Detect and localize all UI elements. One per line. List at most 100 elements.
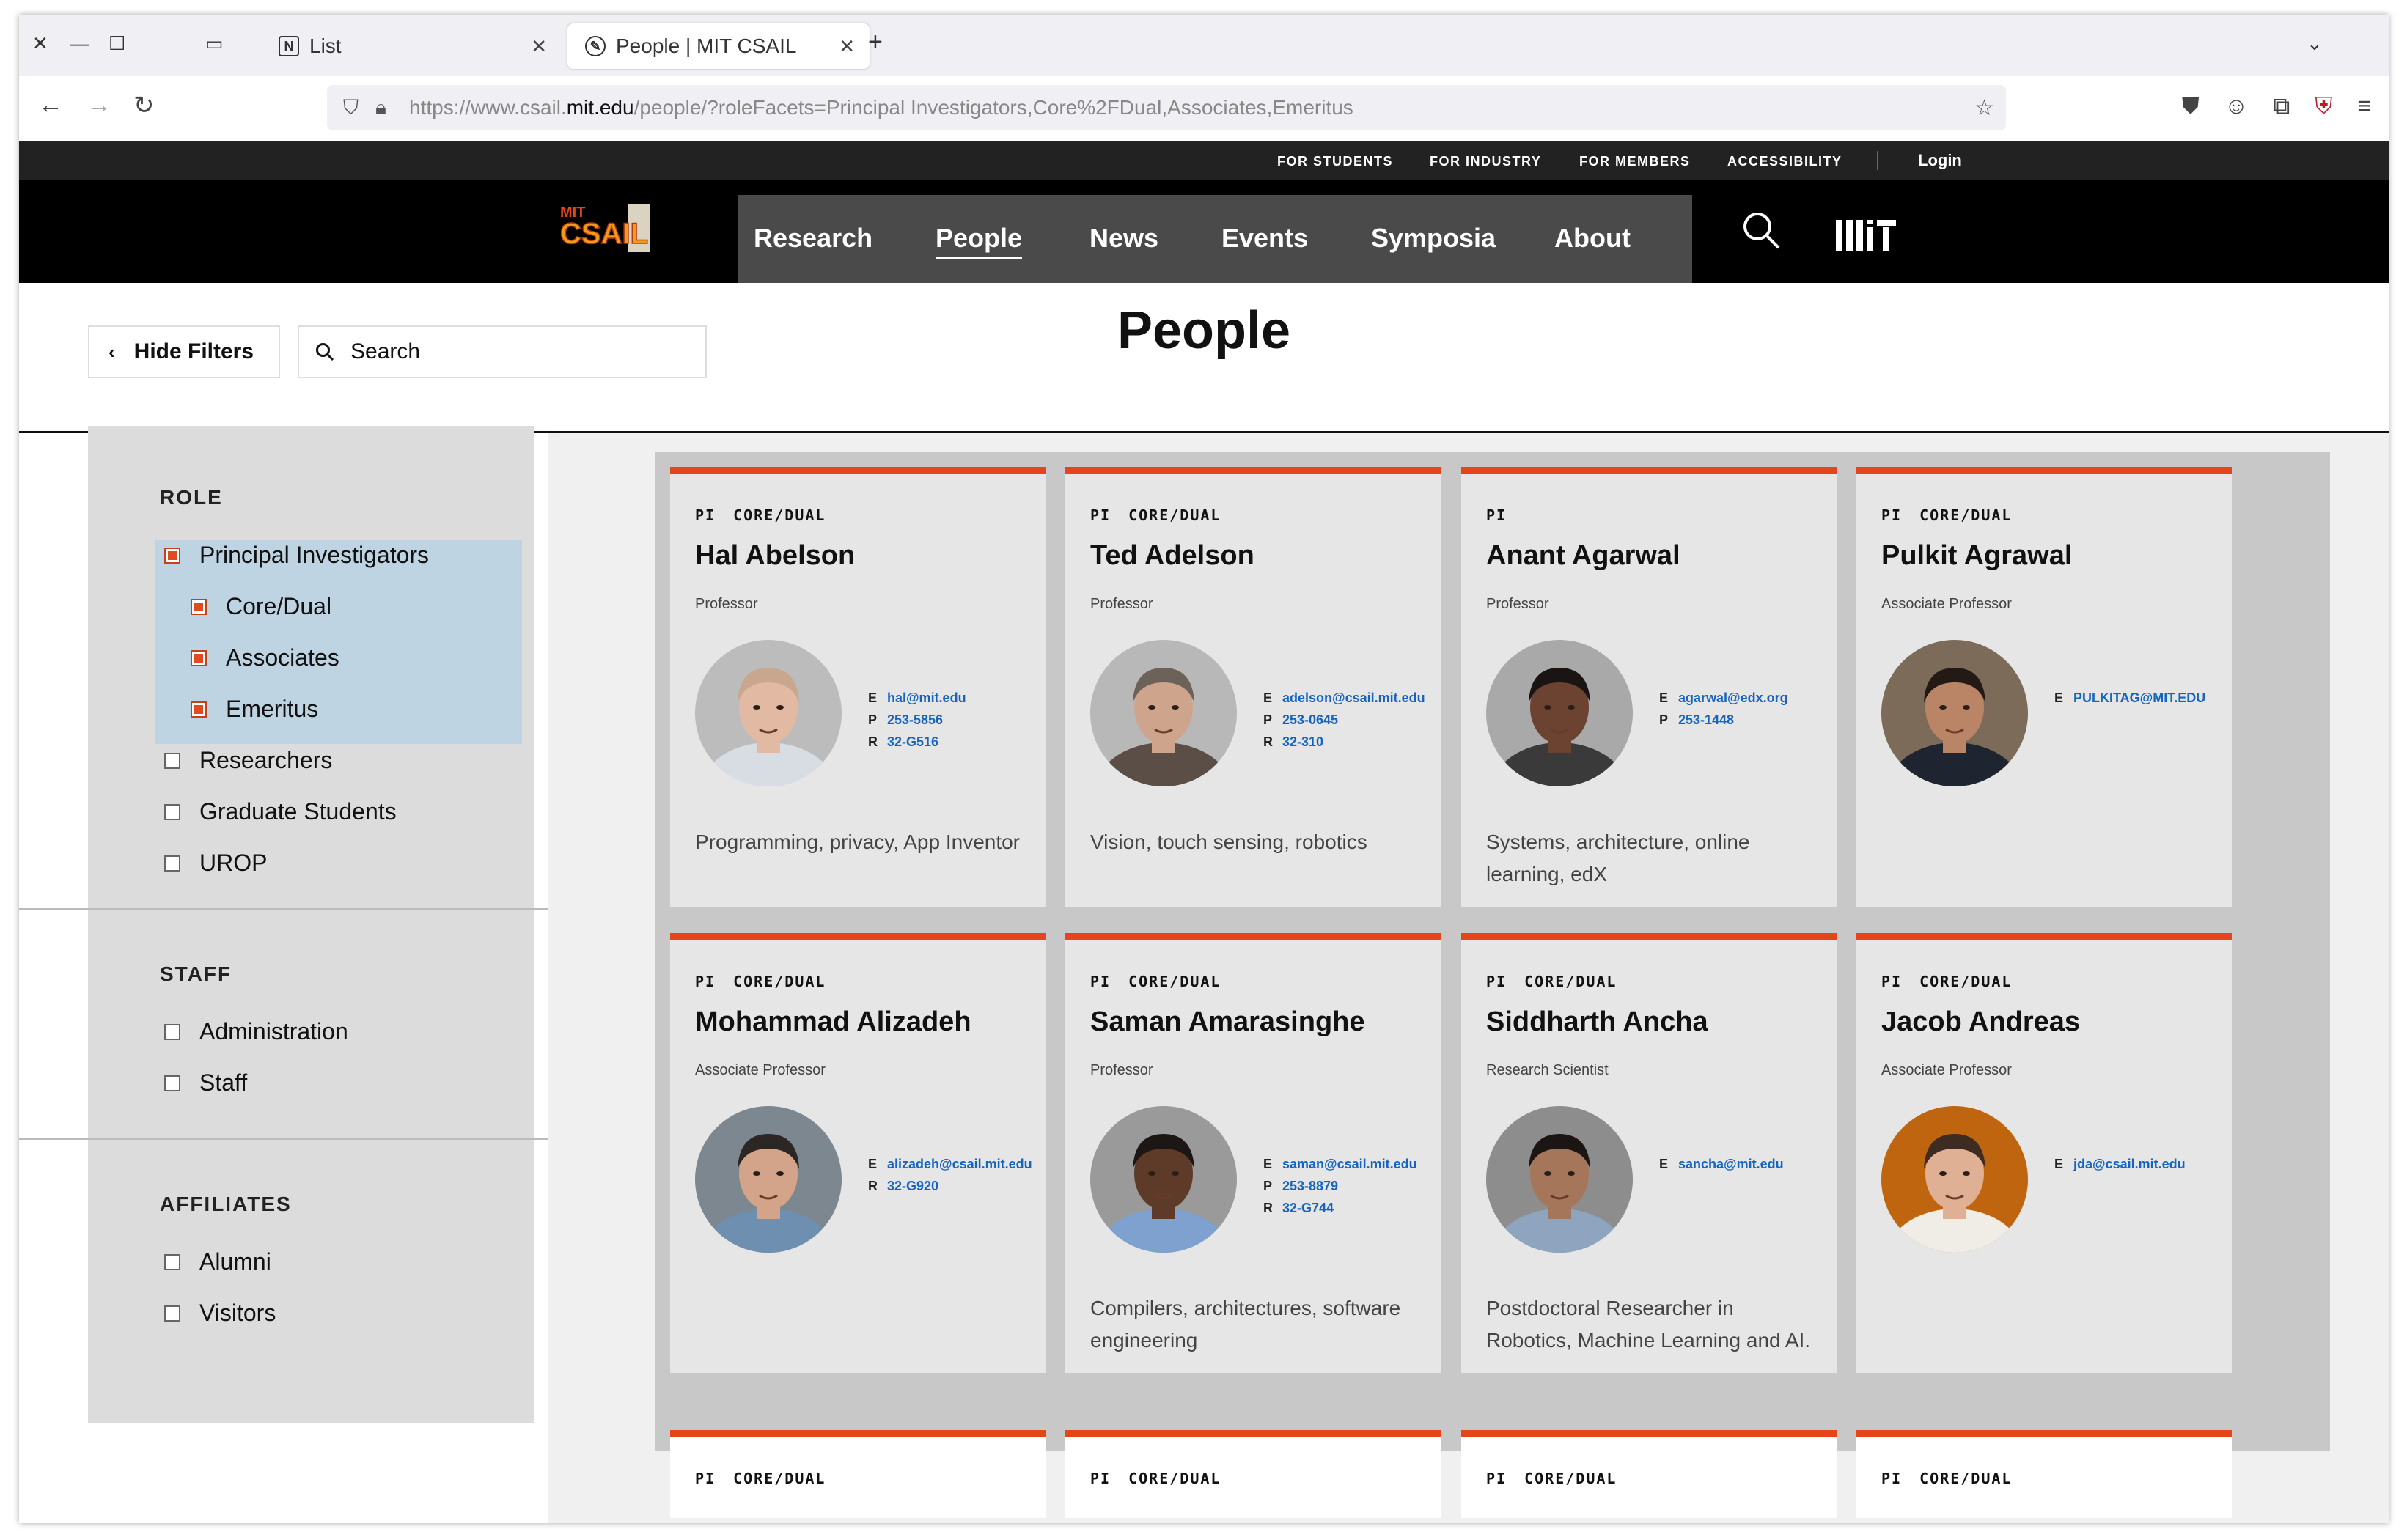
- person-name[interactable]: Mohammad Alizadeh: [695, 1006, 971, 1038]
- person-card[interactable]: PI CORE/DUAL Mohammad Alizadeh Associate Pr…: [670, 933, 1046, 1373]
- extensions-icon[interactable]: ⧉: [2273, 92, 2290, 120]
- tab-overview-icon[interactable]: ▭: [205, 32, 224, 55]
- person-card[interactable]: PI CORE/DUAL Jacob Andreas Associate Profes…: [1856, 933, 2232, 1373]
- accessibility-link[interactable]: ACCESSIBILITY: [1727, 154, 1842, 169]
- filter-checkbox[interactable]: [164, 803, 180, 820]
- contact-value-link[interactable]: 253-5856: [887, 709, 943, 731]
- ublock-icon[interactable]: ⛨: [2315, 92, 2332, 120]
- filter-checkbox[interactable]: [191, 701, 207, 718]
- person-photo[interactable]: [1090, 640, 1237, 786]
- filter-checkbox[interactable]: [164, 547, 180, 564]
- close-tab-icon[interactable]: ✕: [839, 35, 855, 58]
- contact-value-link[interactable]: alizadeh@csail.mit.edu: [887, 1153, 1032, 1175]
- bookmark-star-icon[interactable]: ☆: [1974, 95, 1994, 121]
- contact-value-link[interactable]: adelson@csail.mit.edu: [1282, 687, 1425, 709]
- contact-value-link[interactable]: 32-G516: [887, 731, 938, 753]
- filter-option[interactable]: UROP: [164, 850, 267, 877]
- filter-checkbox[interactable]: [191, 598, 207, 615]
- filter-checkbox[interactable]: [164, 1075, 180, 1091]
- filter-option[interactable]: Core/Dual: [191, 593, 331, 620]
- person-photo[interactable]: [695, 640, 842, 786]
- contact-value-link[interactable]: 253-0645: [1282, 709, 1338, 731]
- contact-value-link[interactable]: 253-8879: [1282, 1175, 1338, 1197]
- person-card[interactable]: PI CORE/DUAL Siddharth Ancha Research Scien…: [1461, 933, 1837, 1373]
- filter-option[interactable]: Principal Investigators: [164, 542, 429, 569]
- menu-icon[interactable]: ≡: [2357, 92, 2371, 120]
- forward-icon[interactable]: →: [87, 91, 111, 119]
- for-students-link[interactable]: FOR STUDENTS: [1277, 154, 1393, 169]
- tab-list[interactable]: N List ✕: [261, 23, 562, 69]
- filter-option[interactable]: Graduate Students: [164, 798, 397, 825]
- tab-list-dropdown-icon[interactable]: ⌄: [2307, 32, 2323, 55]
- reload-icon[interactable]: ↻: [133, 91, 155, 120]
- person-card[interactable]: PI CORE/DUAL Saman Amarasinghe Professor Esa…: [1065, 933, 1441, 1373]
- filter-option[interactable]: Administration: [164, 1018, 348, 1045]
- filter-checkbox[interactable]: [164, 1253, 180, 1270]
- person-name[interactable]: Ted Adelson: [1090, 540, 1254, 572]
- pocket-icon[interactable]: ⛊: [2182, 92, 2200, 120]
- person-card[interactable]: PI CORE/DUAL: [1065, 1430, 1441, 1518]
- for-industry-link[interactable]: FOR INDUSTRY: [1430, 154, 1541, 169]
- person-photo[interactable]: [1090, 1106, 1237, 1253]
- filter-option[interactable]: Emeritus: [191, 696, 318, 723]
- person-card[interactable]: PI CORE/DUAL: [1461, 1430, 1837, 1518]
- person-photo[interactable]: [1881, 1106, 2028, 1253]
- search-icon[interactable]: [1741, 210, 1782, 251]
- for-members-link[interactable]: FOR MEMBERS: [1579, 154, 1691, 169]
- contact-value-link[interactable]: PULKITAG@MIT.EDU: [2073, 687, 2205, 709]
- person-name[interactable]: Siddharth Ancha: [1486, 1006, 1708, 1038]
- contact-value-link[interactable]: jda@csail.mit.edu: [2073, 1153, 2186, 1175]
- account-icon[interactable]: ☺: [2224, 92, 2249, 120]
- contact-value-link[interactable]: 32-G744: [1282, 1197, 1334, 1219]
- contact-value-link[interactable]: 253-1448: [1678, 709, 1734, 731]
- person-card[interactable]: PI CORE/DUAL Ted Adelson Professor Eadelson@…: [1065, 467, 1441, 907]
- contact-value-link[interactable]: hal@mit.edu: [887, 687, 966, 709]
- person-card[interactable]: PI Anant Agarwal Professor Eagarwal@edx.org…: [1461, 467, 1837, 907]
- person-photo[interactable]: [1881, 640, 2028, 786]
- minimize-window-icon[interactable]: —: [70, 32, 89, 55]
- filter-checkbox[interactable]: [191, 649, 207, 666]
- contact-value-link[interactable]: agarwal@edx.org: [1678, 687, 1788, 709]
- nav-about[interactable]: About: [1554, 223, 1631, 254]
- person-photo[interactable]: [695, 1106, 842, 1253]
- person-name[interactable]: Anant Agarwal: [1486, 540, 1680, 572]
- nav-research[interactable]: Research: [754, 223, 872, 254]
- mit-logo[interactable]: [1836, 217, 1896, 252]
- csail-logo[interactable]: MIT CSAIL: [559, 201, 654, 257]
- tab-people[interactable]: ✎ People | MIT CSAIL ✕: [567, 23, 870, 69]
- close-tab-icon[interactable]: ✕: [531, 35, 547, 58]
- person-card[interactable]: PI CORE/DUAL: [1856, 1430, 2232, 1518]
- filter-option[interactable]: Alumni: [164, 1248, 271, 1275]
- login-link[interactable]: Login: [1918, 151, 1962, 170]
- filter-checkbox[interactable]: [164, 855, 180, 872]
- contact-value-link[interactable]: 32-310: [1282, 731, 1323, 753]
- person-card[interactable]: PI CORE/DUAL Pulkit Agrawal Associate Profe…: [1856, 467, 2232, 907]
- person-card[interactable]: PI CORE/DUAL: [670, 1430, 1046, 1518]
- person-name[interactable]: Jacob Andreas: [1881, 1006, 2080, 1038]
- nav-people[interactable]: People: [936, 223, 1023, 259]
- person-name[interactable]: Pulkit Agrawal: [1881, 540, 2072, 572]
- person-photo[interactable]: [1486, 1106, 1633, 1253]
- new-tab-icon[interactable]: +: [868, 28, 883, 56]
- nav-events[interactable]: Events: [1221, 223, 1308, 254]
- contact-value-link[interactable]: saman@csail.mit.edu: [1282, 1153, 1417, 1175]
- filter-option[interactable]: Visitors: [164, 1300, 276, 1327]
- maximize-window-icon[interactable]: ☐: [109, 32, 125, 55]
- person-name[interactable]: Hal Abelson: [695, 540, 855, 572]
- filter-checkbox[interactable]: [164, 1023, 180, 1040]
- contact-value-link[interactable]: 32-G920: [887, 1175, 938, 1197]
- nav-symposia[interactable]: Symposia: [1371, 223, 1496, 254]
- person-name[interactable]: Saman Amarasinghe: [1090, 1006, 1365, 1038]
- person-card[interactable]: PI CORE/DUAL Hal Abelson Professor Ehal@mit.…: [670, 467, 1046, 907]
- filter-option[interactable]: Researchers: [164, 747, 332, 774]
- url-bar[interactable]: ⛉ 🔒︎ https://www.csail. mit.edu/people/?r…: [327, 85, 2006, 130]
- person-photo[interactable]: [1486, 640, 1633, 786]
- filter-checkbox[interactable]: [164, 1305, 180, 1322]
- filter-option[interactable]: Staff: [164, 1069, 247, 1097]
- filter-option[interactable]: Associates: [191, 644, 339, 671]
- shield-icon[interactable]: ⛉: [343, 96, 359, 120]
- filter-checkbox[interactable]: [164, 752, 180, 769]
- contact-value-link[interactable]: sancha@mit.edu: [1678, 1153, 1784, 1175]
- back-icon[interactable]: ←: [38, 91, 63, 119]
- close-window-icon[interactable]: ✕: [32, 32, 48, 55]
